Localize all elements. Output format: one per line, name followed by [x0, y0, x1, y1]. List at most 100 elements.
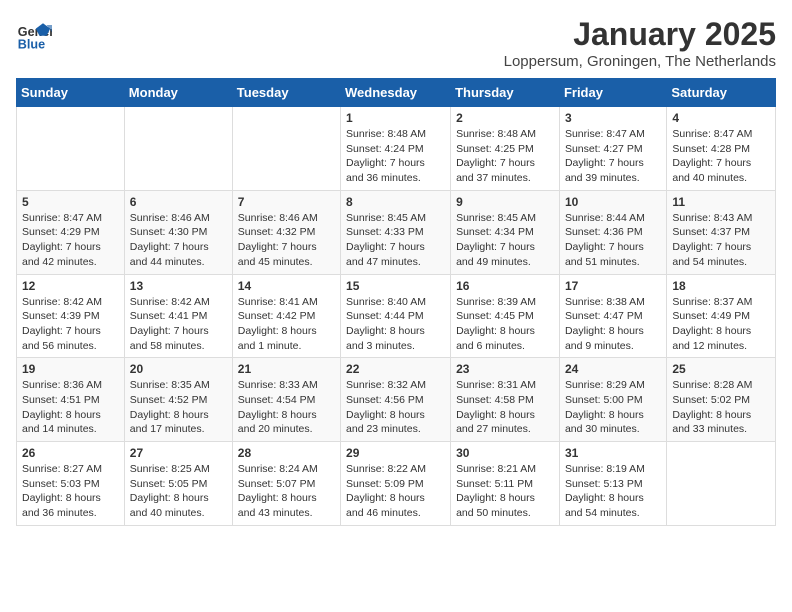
calendar-cell: 31 Sunrise: 8:19 AM Sunset: 5:13 PM Dayli…	[559, 442, 666, 526]
day-number: 3	[565, 111, 661, 125]
cell-content: Sunrise: 8:46 AM Sunset: 4:30 PM Dayligh…	[130, 211, 227, 270]
calendar-cell: 30 Sunrise: 8:21 AM Sunset: 5:11 PM Dayli…	[451, 442, 560, 526]
calendar-cell: 5 Sunrise: 8:47 AM Sunset: 4:29 PM Daylig…	[17, 190, 125, 274]
cell-content: Sunrise: 8:43 AM Sunset: 4:37 PM Dayligh…	[672, 211, 770, 270]
calendar-cell: 18 Sunrise: 8:37 AM Sunset: 4:49 PM Dayli…	[667, 274, 776, 358]
cell-content: Sunrise: 8:48 AM Sunset: 4:25 PM Dayligh…	[456, 127, 554, 186]
day-number: 24	[565, 362, 661, 376]
calendar-cell	[124, 107, 232, 191]
logo: General Blue	[16, 16, 52, 52]
calendar-cell: 14 Sunrise: 8:41 AM Sunset: 4:42 PM Dayli…	[232, 274, 340, 358]
weekday-header: Friday	[559, 79, 666, 107]
weekday-header: Saturday	[667, 79, 776, 107]
cell-content: Sunrise: 8:28 AM Sunset: 5:02 PM Dayligh…	[672, 378, 770, 437]
day-number: 19	[22, 362, 119, 376]
logo-icon: General Blue	[16, 16, 52, 52]
calendar-week-row: 5 Sunrise: 8:47 AM Sunset: 4:29 PM Daylig…	[17, 190, 776, 274]
cell-content: Sunrise: 8:36 AM Sunset: 4:51 PM Dayligh…	[22, 378, 119, 437]
day-number: 10	[565, 195, 661, 209]
location: Loppersum, Groningen, The Netherlands	[504, 53, 776, 70]
calendar-cell	[232, 107, 340, 191]
calendar-cell	[667, 442, 776, 526]
day-number: 20	[130, 362, 227, 376]
day-number: 30	[456, 446, 554, 460]
calendar-cell: 25 Sunrise: 8:28 AM Sunset: 5:02 PM Dayli…	[667, 358, 776, 442]
day-number: 28	[238, 446, 335, 460]
day-number: 21	[238, 362, 335, 376]
cell-content: Sunrise: 8:38 AM Sunset: 4:47 PM Dayligh…	[565, 295, 661, 354]
cell-content: Sunrise: 8:42 AM Sunset: 4:41 PM Dayligh…	[130, 295, 227, 354]
day-number: 2	[456, 111, 554, 125]
cell-content: Sunrise: 8:42 AM Sunset: 4:39 PM Dayligh…	[22, 295, 119, 354]
calendar-cell: 26Sunrise: 8:27 AM Sunset: 5:03 PM Dayli…	[17, 442, 125, 526]
day-number: 22	[346, 362, 445, 376]
day-number: 17	[565, 279, 661, 293]
calendar-cell: 20 Sunrise: 8:35 AM Sunset: 4:52 PM Dayli…	[124, 358, 232, 442]
cell-content: Sunrise: 8:19 AM Sunset: 5:13 PM Dayligh…	[565, 462, 661, 521]
day-number: 29	[346, 446, 445, 460]
day-number: 15	[346, 279, 445, 293]
cell-content: Sunrise: 8:22 AM Sunset: 5:09 PM Dayligh…	[346, 462, 445, 521]
calendar-cell: 24 Sunrise: 8:29 AM Sunset: 5:00 PM Dayli…	[559, 358, 666, 442]
day-number: 14	[238, 279, 335, 293]
calendar-cell: 13Sunrise: 8:42 AM Sunset: 4:41 PM Dayli…	[124, 274, 232, 358]
cell-content: Sunrise: 8:33 AM Sunset: 4:54 PM Dayligh…	[238, 378, 335, 437]
day-number: 16	[456, 279, 554, 293]
cell-content: Sunrise: 8:48 AM Sunset: 4:24 PM Dayligh…	[346, 127, 445, 186]
day-number: 4	[672, 111, 770, 125]
calendar-cell: 28 Sunrise: 8:24 AM Sunset: 5:07 PM Dayli…	[232, 442, 340, 526]
calendar-header-row: SundayMondayTuesdayWednesdayThursdayFrid…	[17, 79, 776, 107]
calendar-cell: 4 Sunrise: 8:47 AM Sunset: 4:28 PM Daylig…	[667, 107, 776, 191]
weekday-header: Tuesday	[232, 79, 340, 107]
calendar-cell: 7 Sunrise: 8:46 AM Sunset: 4:32 PM Daylig…	[232, 190, 340, 274]
calendar-week-row: 1 Sunrise: 8:48 AM Sunset: 4:24 PM Daylig…	[17, 107, 776, 191]
day-number: 27	[130, 446, 227, 460]
cell-content: Sunrise: 8:45 AM Sunset: 4:33 PM Dayligh…	[346, 211, 445, 270]
cell-content: Sunrise: 8:39 AM Sunset: 4:45 PM Dayligh…	[456, 295, 554, 354]
day-number: 9	[456, 195, 554, 209]
calendar-cell: 22Sunrise: 8:32 AM Sunset: 4:56 PM Dayli…	[341, 358, 451, 442]
calendar-cell: 3 Sunrise: 8:47 AM Sunset: 4:27 PM Daylig…	[559, 107, 666, 191]
cell-content: Sunrise: 8:47 AM Sunset: 4:29 PM Dayligh…	[22, 211, 119, 270]
weekday-header: Wednesday	[341, 79, 451, 107]
day-number: 7	[238, 195, 335, 209]
day-number: 1	[346, 111, 445, 125]
day-number: 5	[22, 195, 119, 209]
day-number: 8	[346, 195, 445, 209]
calendar-cell: 23Sunrise: 8:31 AM Sunset: 4:58 PM Dayli…	[451, 358, 560, 442]
month-title: January 2025	[504, 16, 776, 53]
cell-content: Sunrise: 8:41 AM Sunset: 4:42 PM Dayligh…	[238, 295, 335, 354]
calendar-week-row: 12Sunrise: 8:42 AM Sunset: 4:39 PM Dayli…	[17, 274, 776, 358]
day-number: 31	[565, 446, 661, 460]
calendar-cell: 12Sunrise: 8:42 AM Sunset: 4:39 PM Dayli…	[17, 274, 125, 358]
cell-content: Sunrise: 8:44 AM Sunset: 4:36 PM Dayligh…	[565, 211, 661, 270]
calendar-cell: 8 Sunrise: 8:45 AM Sunset: 4:33 PM Daylig…	[341, 190, 451, 274]
calendar-cell: 16 Sunrise: 8:39 AM Sunset: 4:45 PM Dayli…	[451, 274, 560, 358]
cell-content: Sunrise: 8:24 AM Sunset: 5:07 PM Dayligh…	[238, 462, 335, 521]
weekday-header: Thursday	[451, 79, 560, 107]
calendar-cell: 9Sunrise: 8:45 AM Sunset: 4:34 PM Daylig…	[451, 190, 560, 274]
calendar-cell: 10 Sunrise: 8:44 AM Sunset: 4:36 PM Dayli…	[559, 190, 666, 274]
cell-content: Sunrise: 8:47 AM Sunset: 4:27 PM Dayligh…	[565, 127, 661, 186]
calendar-cell: 29 Sunrise: 8:22 AM Sunset: 5:09 PM Dayli…	[341, 442, 451, 526]
calendar-cell: 19 Sunrise: 8:36 AM Sunset: 4:51 PM Dayli…	[17, 358, 125, 442]
weekday-header: Monday	[124, 79, 232, 107]
calendar-cell: 27Sunrise: 8:25 AM Sunset: 5:05 PM Dayli…	[124, 442, 232, 526]
calendar-cell: 21 Sunrise: 8:33 AM Sunset: 4:54 PM Dayli…	[232, 358, 340, 442]
svg-text:Blue: Blue	[18, 37, 45, 51]
cell-content: Sunrise: 8:21 AM Sunset: 5:11 PM Dayligh…	[456, 462, 554, 521]
cell-content: Sunrise: 8:35 AM Sunset: 4:52 PM Dayligh…	[130, 378, 227, 437]
page-header: General Blue January 2025 Loppersum, Gro…	[16, 16, 776, 70]
cell-content: Sunrise: 8:46 AM Sunset: 4:32 PM Dayligh…	[238, 211, 335, 270]
cell-content: Sunrise: 8:47 AM Sunset: 4:28 PM Dayligh…	[672, 127, 770, 186]
cell-content: Sunrise: 8:29 AM Sunset: 5:00 PM Dayligh…	[565, 378, 661, 437]
weekday-header: Sunday	[17, 79, 125, 107]
cell-content: Sunrise: 8:37 AM Sunset: 4:49 PM Dayligh…	[672, 295, 770, 354]
calendar-week-row: 26Sunrise: 8:27 AM Sunset: 5:03 PM Dayli…	[17, 442, 776, 526]
calendar-cell: 11Sunrise: 8:43 AM Sunset: 4:37 PM Dayli…	[667, 190, 776, 274]
calendar-table: SundayMondayTuesdayWednesdayThursdayFrid…	[16, 78, 776, 526]
calendar-cell: 6Sunrise: 8:46 AM Sunset: 4:30 PM Daylig…	[124, 190, 232, 274]
calendar-cell	[17, 107, 125, 191]
day-number: 25	[672, 362, 770, 376]
day-number: 18	[672, 279, 770, 293]
